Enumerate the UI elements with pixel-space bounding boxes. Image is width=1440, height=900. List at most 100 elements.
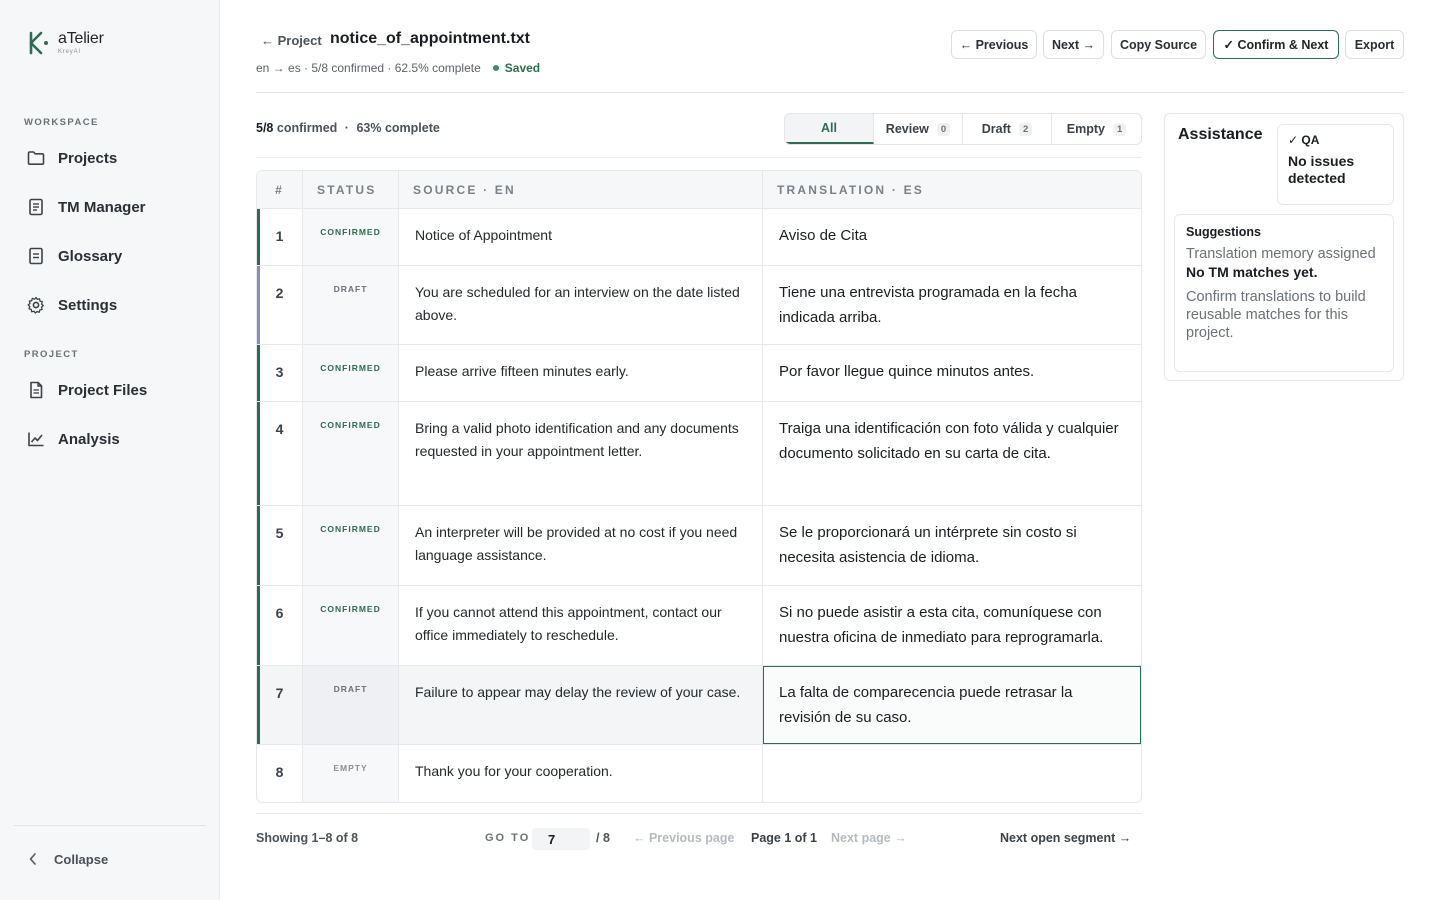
sidebar-item-glossary[interactable]: Glossary [26,244,122,268]
status-badge: DRAFT [333,284,368,294]
status-bar [257,402,260,505]
filter-tab-label: Review [885,122,929,136]
app-logo[interactable]: aTelier KreyAI [28,30,104,56]
next-open-segment-button[interactable]: Next open segment → [1000,831,1131,845]
back-to-project-link[interactable]: ← Project [261,33,322,48]
status-bar [257,209,260,265]
app-subname: KreyAI [58,49,81,55]
segment-row-8[interactable]: 8 EMPTY Thank you for your cooperation. [257,745,1141,802]
segment-status-cell: CONFIRMED [303,345,399,401]
segment-status-cell: CONFIRMED [303,209,399,265]
segment-row-6[interactable]: 6 CONFIRMED If you cannot attend this ap… [257,586,1141,666]
next-button[interactable]: Next → [1043,30,1104,59]
segment-status-cell: CONFIRMED [303,586,399,665]
filter-tab-count: 0 [936,122,951,136]
status-badge: CONFIRMED [320,227,381,237]
tm-no-matches-text: No TM matches yet. [1186,264,1318,280]
progress-divider [256,157,1142,158]
segment-status-cell: CONFIRMED [303,506,399,585]
file-icon [26,380,46,400]
next-page-button[interactable]: Next page → [831,831,907,845]
segment-row-5[interactable]: 5 CONFIRMED An interpreter will be provi… [257,506,1141,586]
status-bar [257,586,260,665]
segment-source: Bring a valid photo identification and a… [399,402,763,505]
sidebar-item-project-files[interactable]: Project Files [26,378,147,402]
suggestions-card: Suggestions Translation memory assigned … [1174,214,1394,372]
segment-row-1[interactable]: 1 CONFIRMED Notice of Appointment Aviso … [257,209,1141,266]
sidebar-item-label: Glossary [58,247,123,265]
export-button[interactable]: Export [1345,30,1404,59]
segment-number: 7 [257,666,303,744]
sidebar-item-settings[interactable]: Settings [26,293,117,317]
segment-translation[interactable]: Traiga una identificación con foto válid… [763,402,1141,505]
progress-confirmed-label: confirmed [276,121,338,135]
copy-source-button[interactable]: Copy Source [1111,30,1206,59]
status-filter-tabs: All Review 0 Draft 2 Empty 1 [784,113,1142,145]
segment-translation[interactable]: Si no puede asistir a esta cita, comuníq… [763,586,1141,665]
qa-message: No issues detected [1288,153,1355,186]
sidebar-item-label: Project Files [58,381,148,399]
gear-icon [26,295,46,315]
segment-number: 2 [257,266,303,344]
document-icon [26,197,46,217]
workspace-section-label: WORKSPACE [24,117,99,128]
status-bar [257,666,260,744]
filter-tab-label: Empty [1066,122,1105,136]
collapse-button[interactable]: Collapse [28,848,108,870]
filter-tab-review[interactable]: Review 0 [874,114,963,144]
filter-tab-all[interactable]: All [785,114,874,144]
segment-translation[interactable]: Aviso de Cita [763,209,1141,265]
qa-title: ✓ QA [1288,133,1320,147]
status-badge: EMPTY [333,763,368,773]
previous-page-button[interactable]: ← Previous page [633,831,734,845]
progress-percent: 63% complete [356,121,440,135]
status-bar [257,506,260,585]
segment-translation[interactable]: Por favor llegue quince minutos antes. [763,345,1141,401]
collapse-label: Collapse [54,851,109,867]
segment-translation[interactable]: Tiene una entrevista programada en la fe… [763,266,1141,344]
segment-number: 4 [257,402,303,505]
column-header-translation: TRANSLATION · ES [777,182,924,197]
saved-indicator: Saved [492,61,540,75]
filter-tab-draft[interactable]: Draft 2 [963,114,1052,144]
segment-row-7[interactable]: 7 DRAFT Failure to appear may delay the … [257,666,1141,745]
sidebar-item-tm-manager[interactable]: TM Manager [26,195,146,219]
segment-row-3[interactable]: 3 CONFIRMED Please arrive fifteen minute… [257,345,1141,402]
status-badge: DRAFT [333,684,368,694]
segment-source: An interpreter will be provided at no co… [399,506,763,585]
segment-translation-editor[interactable]: La falta de comparecencia puede retrasar… [763,666,1141,744]
filter-tab-empty[interactable]: Empty 1 [1052,114,1141,144]
segment-translation[interactable] [763,745,1141,802]
segment-source: Please arrive fifteen minutes early. [399,345,763,401]
status-bar [257,266,260,344]
segment-source: Failure to appear may delay the review o… [399,666,763,744]
segment-number: 3 [257,345,303,401]
goto-segment-input[interactable] [532,828,590,850]
confirm-next-button[interactable]: ✓ Confirm & Next [1213,30,1339,59]
app-name: aTelier [58,30,104,47]
saved-dot-icon [492,65,499,71]
assistance-title: Assistance [1178,126,1263,143]
column-header-status: STATUS [303,171,399,208]
segment-row-2[interactable]: 2 DRAFT You are scheduled for an intervi… [257,266,1141,345]
previous-button[interactable]: ← Previous [951,30,1037,59]
book-icon [26,246,46,266]
status-badge: CONFIRMED [320,604,381,614]
status-bar [257,345,260,401]
segment-number: 1 [257,209,303,265]
qa-card: ✓ QA No issues detected [1277,124,1394,205]
sidebar-item-analysis[interactable]: Analysis [26,427,120,451]
assistance-panel: Assistance ✓ QA No issues detected Sugge… [1164,113,1404,381]
segment-row-4[interactable]: 4 CONFIRMED Bring a valid photo identifi… [257,402,1141,506]
segment-number: 6 [257,586,303,665]
segment-number: 5 [257,506,303,585]
filter-tab-count: 2 [1018,122,1033,136]
filter-tab-label: All [821,121,837,135]
progress-count: 5/8 [256,121,274,135]
segment-translation[interactable]: Se le proporcionará un intérprete sin co… [763,506,1141,585]
column-header-source: SOURCE · EN [399,171,763,208]
progress-separator: · [344,121,349,135]
suggestions-title: Suggestions [1186,225,1262,239]
sidebar-item-projects[interactable]: Projects [26,146,117,170]
header-divider [256,92,1404,93]
